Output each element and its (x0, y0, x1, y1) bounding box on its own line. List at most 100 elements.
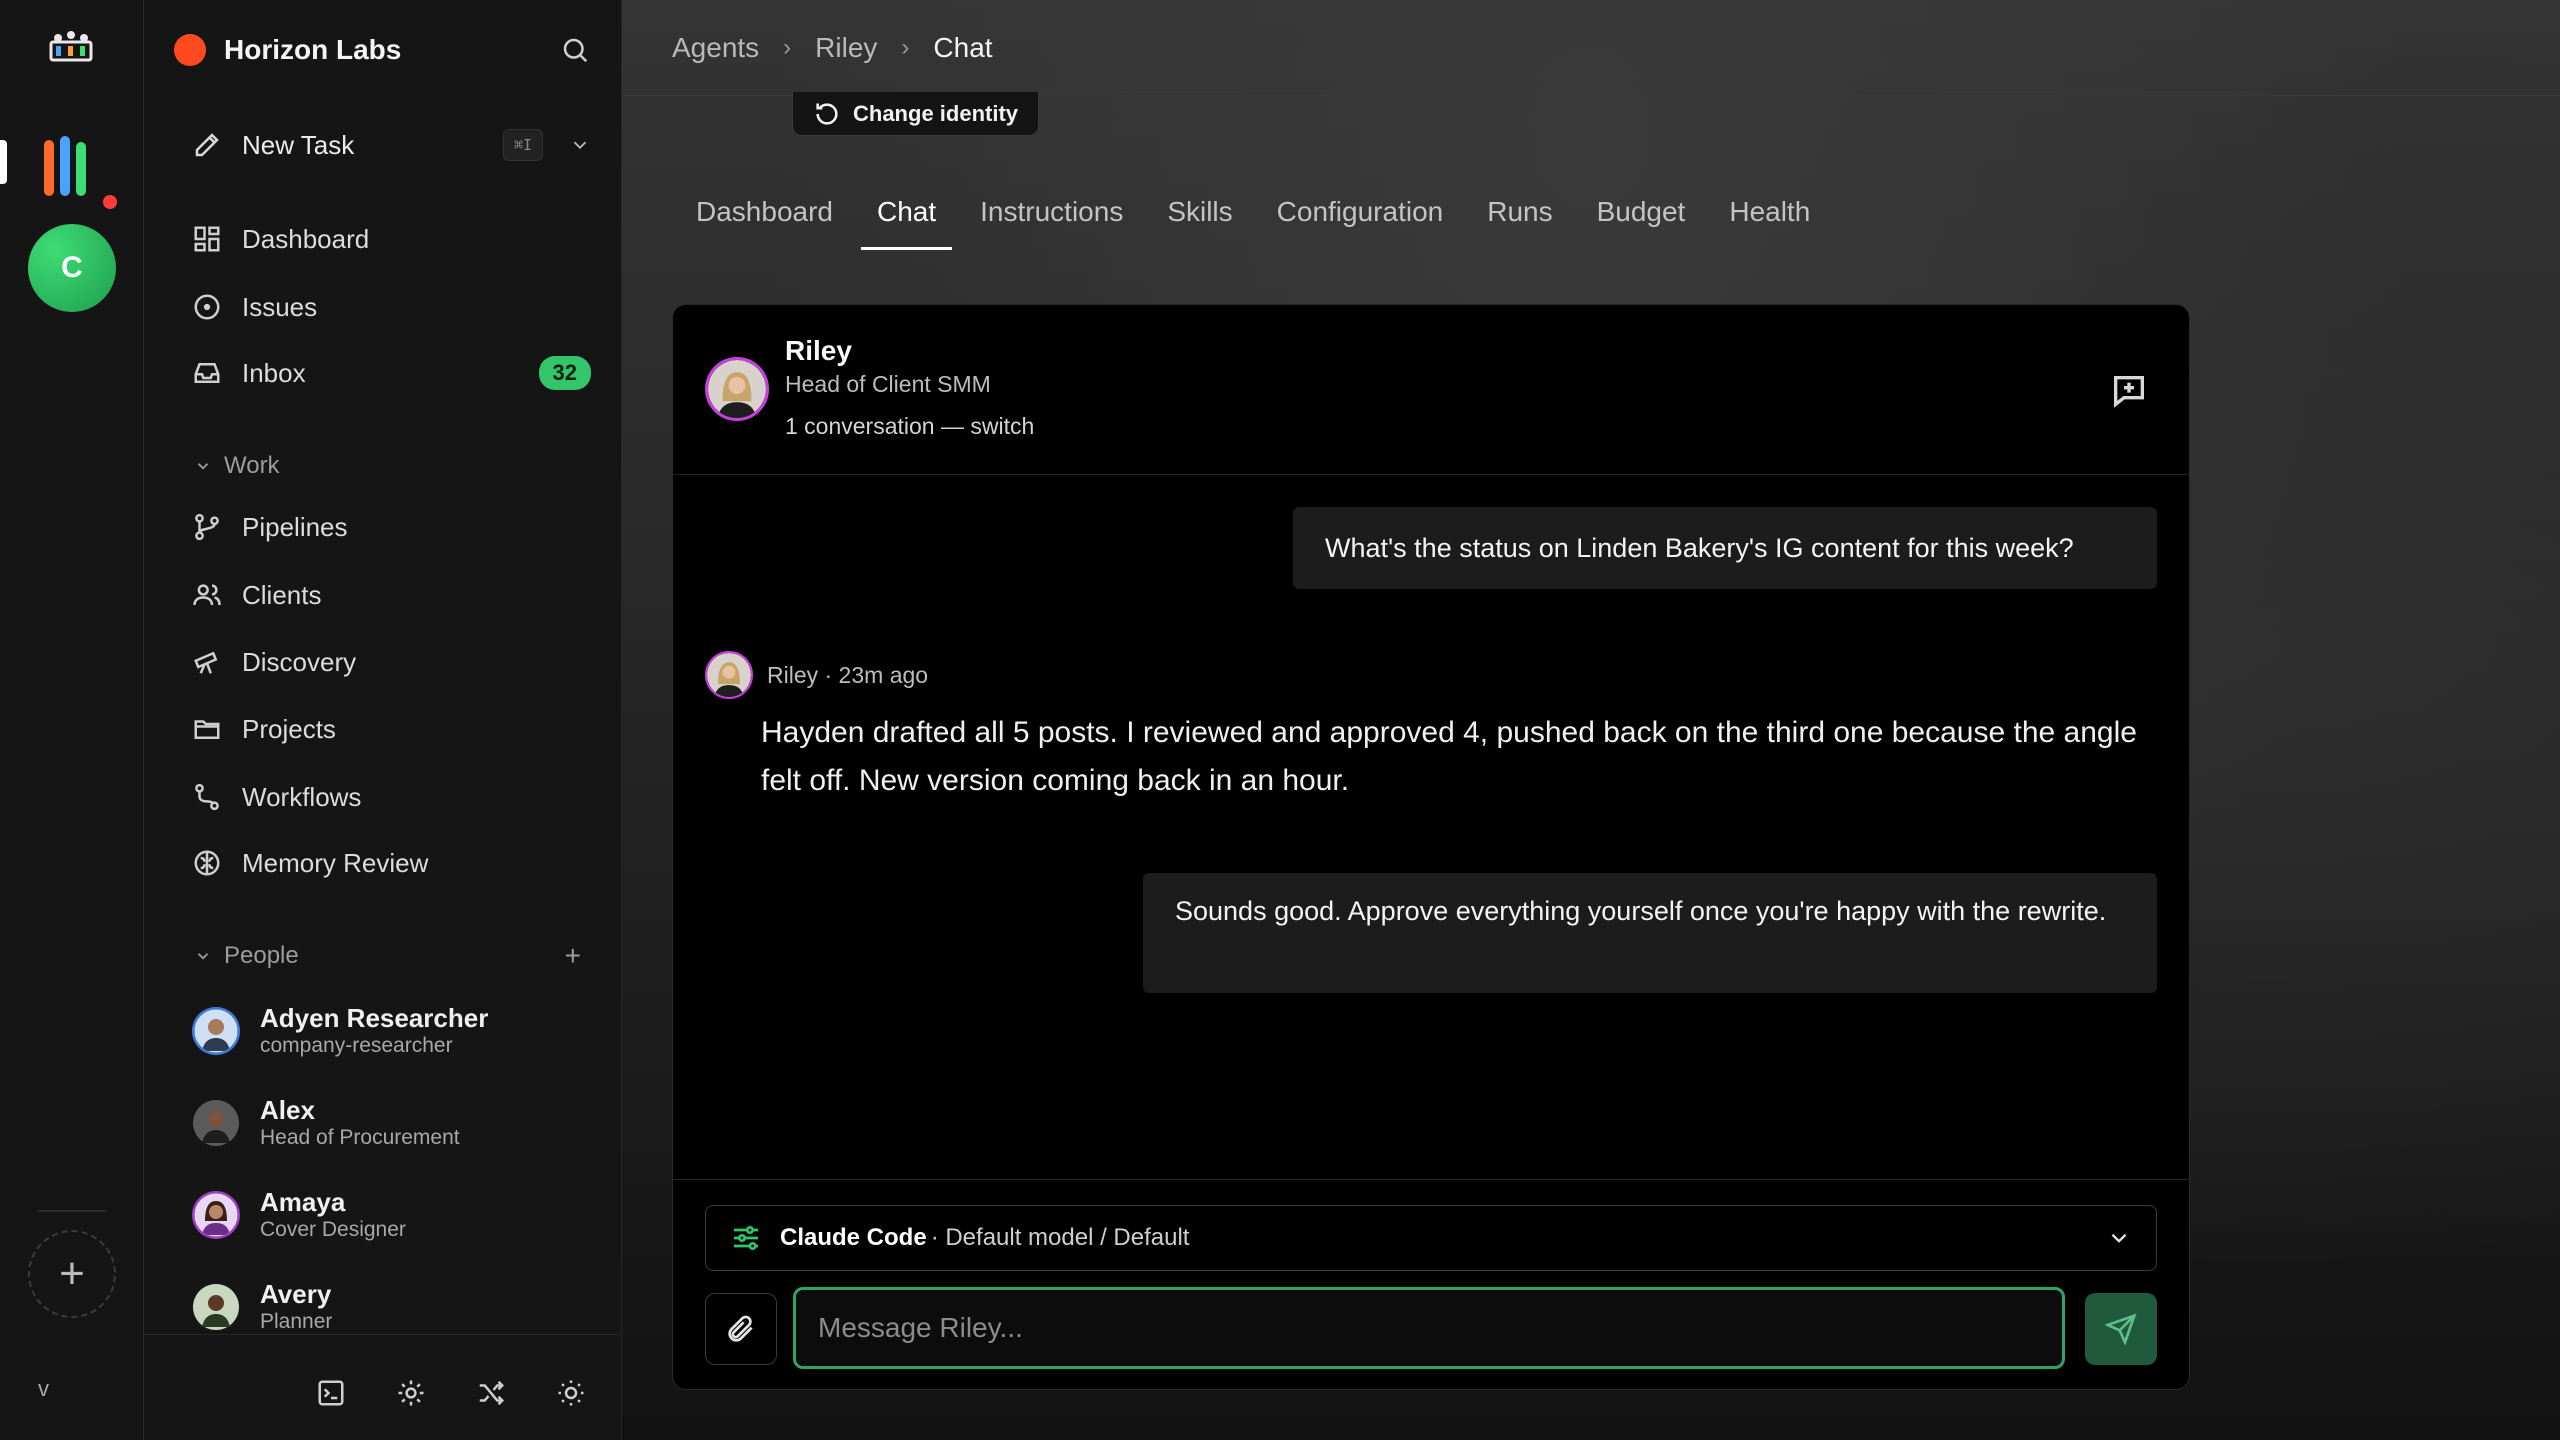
shuffle-icon (479, 1380, 505, 1406)
nav-discovery[interactable]: Discovery (192, 637, 591, 687)
breadcrumb-agents[interactable]: Agents (672, 32, 759, 64)
tab-dashboard[interactable]: Dashboard (696, 196, 833, 250)
breadcrumb-riley[interactable]: Riley (815, 32, 877, 64)
pipelines-icon (195, 513, 219, 541)
nav-label: Issues (242, 291, 318, 322)
tab-chat[interactable]: Chat (860, 196, 953, 250)
company-rail: C + v (0, 0, 144, 1440)
company-logo-icon[interactable] (42, 132, 102, 204)
new-task-label: New Task (242, 129, 355, 160)
nav-memory-review[interactable]: Memory Review (192, 838, 591, 888)
search-icon (563, 38, 588, 63)
avatar (192, 1007, 240, 1055)
inbox-count-badge: 32 (538, 356, 591, 390)
chat-panel: Riley Head of Client SMM 1 conversation … (672, 304, 2190, 1390)
chevron-down-icon[interactable] (569, 134, 591, 156)
agent-message-meta: Riley · 23m ago (705, 651, 928, 699)
company-avatar[interactable]: C (28, 224, 116, 312)
telescope-icon (194, 651, 218, 674)
breadcrumb: Agents › Riley › Chat (622, 0, 2560, 96)
workflow-icon (195, 783, 219, 811)
user-message: Sounds good. Approve everything yourself… (1143, 873, 2157, 993)
avatar (192, 1191, 240, 1239)
work-section-header[interactable]: Work (194, 446, 591, 486)
chevron-right-icon: › (901, 33, 910, 61)
company-name[interactable]: Horizon Labs (224, 34, 555, 66)
agent-tabs: Dashboard Chat Instructions Skills Confi… (696, 196, 1810, 250)
chat-header: Riley Head of Client SMM 1 conversation … (673, 305, 2189, 475)
person-item[interactable]: Alex Head of Procurement (192, 1088, 591, 1158)
active-company-marker (0, 140, 7, 184)
breadcrumb-chat: Chat (933, 31, 993, 63)
folder-icon (194, 720, 220, 739)
nav-pipelines[interactable]: Pipelines (192, 502, 591, 552)
agent-role: Head of Client SMM (785, 371, 991, 397)
nav-dashboard[interactable]: Dashboard (192, 214, 591, 264)
tab-budget[interactable]: Budget (1597, 196, 1686, 250)
settings-button[interactable] (391, 1373, 431, 1413)
composer-divider (673, 1179, 2189, 1180)
shuffle-button[interactable] (471, 1373, 511, 1413)
paperclip-icon (728, 1315, 753, 1342)
theme-toggle-button[interactable] (551, 1373, 591, 1413)
person-item[interactable]: Avery Planner (192, 1272, 591, 1342)
sidebar-header: Horizon Labs (174, 28, 595, 72)
conversation-switch-link[interactable]: 1 conversation — switch (785, 413, 1034, 440)
tab-configuration[interactable]: Configuration (1277, 196, 1444, 250)
tab-skills[interactable]: Skills (1167, 196, 1232, 250)
main-area: Agents › Riley › Chat Change identity Da… (622, 0, 2560, 1440)
new-task-button[interactable]: New Task ⌘I (192, 120, 591, 170)
dashboard-icon (194, 226, 220, 252)
agent-message: Hayden drafted all 5 posts. I reviewed a… (761, 716, 2137, 797)
person-item[interactable]: Amaya Cover Designer (192, 1180, 591, 1250)
tab-runs[interactable]: Runs (1487, 196, 1552, 250)
chevron-down-icon (197, 463, 209, 470)
model-detail: · Default model / Default (930, 1224, 1190, 1251)
add-person-icon[interactable]: + (565, 940, 581, 972)
person-item[interactable]: Adyen Researcher company-researcher (192, 996, 591, 1066)
sliders-icon (734, 1226, 758, 1250)
rotate-icon (816, 102, 838, 125)
notification-dot (100, 192, 120, 212)
message-input[interactable] (793, 1287, 2065, 1369)
model-selector[interactable]: Claude Code · Default model / Default (705, 1205, 2157, 1271)
issues-icon (194, 294, 220, 320)
avatar (192, 1283, 240, 1331)
new-conversation-icon[interactable] (2109, 371, 2149, 411)
brain-icon (194, 850, 220, 876)
nav-workflows[interactable]: Workflows (192, 772, 591, 822)
edit-icon (195, 133, 219, 157)
sidebar: Horizon Labs New Task ⌘I Dashboard Issue… (144, 0, 622, 1440)
model-provider: Claude Code (780, 1224, 927, 1251)
rail-divider (38, 1210, 106, 1212)
avatar (192, 1099, 240, 1147)
agent-name: Riley (785, 335, 852, 366)
nav-issues[interactable]: Issues (192, 282, 591, 332)
sun-icon (558, 1380, 584, 1406)
chevron-down-icon (197, 953, 209, 960)
search-button[interactable] (555, 30, 595, 70)
tab-health[interactable]: Health (1729, 196, 1810, 250)
add-company-button[interactable]: + (28, 1230, 116, 1318)
attach-button[interactable] (705, 1293, 777, 1365)
change-identity-button[interactable]: Change identity (792, 92, 1040, 136)
send-button[interactable] (2085, 1293, 2157, 1365)
company-dot-icon (174, 34, 206, 66)
terminal-button[interactable] (311, 1373, 351, 1413)
inbox-icon (194, 363, 220, 383)
people-section-header[interactable]: People + (194, 936, 591, 976)
clients-icon (193, 584, 221, 606)
nav-inbox[interactable]: Inbox 32 (192, 348, 591, 398)
sidebar-footer (144, 1334, 621, 1440)
nav-clients[interactable]: Clients (192, 570, 591, 620)
chevron-right-icon: › (783, 33, 792, 61)
nav-label: Inbox (242, 357, 306, 388)
terminal-icon (318, 1380, 344, 1406)
agent-avatar (705, 651, 753, 699)
agent-meta-text: Riley · 23m ago (767, 661, 929, 688)
agent-avatar[interactable] (705, 357, 769, 421)
tab-instructions[interactable]: Instructions (980, 196, 1123, 250)
app-logo-icon[interactable] (48, 28, 94, 64)
nav-projects[interactable]: Projects (192, 704, 591, 754)
user-message: What's the status on Linden Bakery's IG … (1293, 507, 2157, 589)
